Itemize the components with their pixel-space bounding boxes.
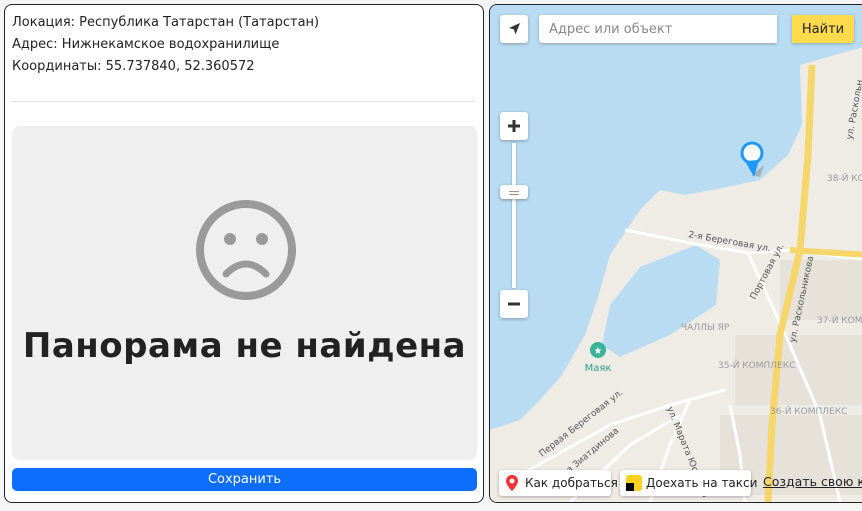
zoom-in-button[interactable] (500, 112, 528, 140)
create-map-link[interactable]: Создать свою ка (763, 474, 862, 489)
panorama-placeholder: Панорама не найдена (12, 126, 477, 460)
panorama-not-found-message: Панорама не найдена (22, 326, 467, 366)
map-label-36-kompleks: 36-Й КОМПЛЕКС (770, 405, 847, 417)
geolocation-button[interactable] (500, 15, 528, 43)
search-input[interactable] (539, 15, 777, 43)
map-label-35-kompleks: 35-Й КОМПЛЕКС (718, 359, 795, 371)
map-canvas[interactable]: ★ Маяк ЧАЛЛЫ ЯР 35-Й КОМПЛЕКС 36-Й КОМПЛ… (490, 5, 862, 502)
taxi-button-label: Доехать на такси (646, 476, 758, 490)
search-button[interactable]: Найти (792, 15, 854, 43)
map-label-37-kompleks: 37-Й КОМ (817, 314, 862, 326)
address-line: Адрес: Нижнекамское водохранилище (12, 37, 280, 52)
route-button[interactable]: Как добраться (499, 470, 618, 496)
map-pin-icon (506, 475, 518, 491)
map-panel[interactable]: ★ Маяк ЧАЛЛЫ ЯР 35-Й КОМПЛЕКС 36-Й КОМПЛ… (489, 4, 862, 503)
navigation-arrow-icon (509, 23, 520, 35)
map-label-majak: Маяк (585, 363, 612, 374)
location-info: Локация: Республика Татарстан (Татарстан… (12, 12, 475, 78)
taxi-button[interactable]: Доехать на такси (620, 470, 757, 496)
zoom-slider-handle[interactable] (500, 185, 528, 199)
route-button-label: Как добраться (525, 476, 618, 490)
grip-icon (509, 191, 519, 195)
save-button[interactable]: Сохранить (12, 468, 477, 491)
lighthouse-icon[interactable]: ★ (590, 342, 606, 358)
svg-text:★: ★ (594, 346, 603, 357)
map-label-38-kompleks: 38-Й КОМ (827, 172, 862, 184)
taxi-icon (626, 475, 642, 491)
coordinates-line: Координаты: 55.737840, 52.360572 (12, 59, 255, 74)
info-panel: Локация: Республика Татарстан (Татарстан… (4, 4, 484, 503)
location-line: Локация: Республика Татарстан (Татарстан… (12, 15, 320, 30)
plus-icon (508, 120, 520, 132)
divider (11, 101, 475, 102)
sad-face-icon (196, 200, 296, 300)
zoom-slider-track[interactable] (512, 143, 516, 288)
map-label-chally-yar: ЧАЛЛЫ ЯР (681, 323, 730, 333)
zoom-out-button[interactable] (500, 290, 528, 318)
minus-icon (508, 302, 520, 306)
